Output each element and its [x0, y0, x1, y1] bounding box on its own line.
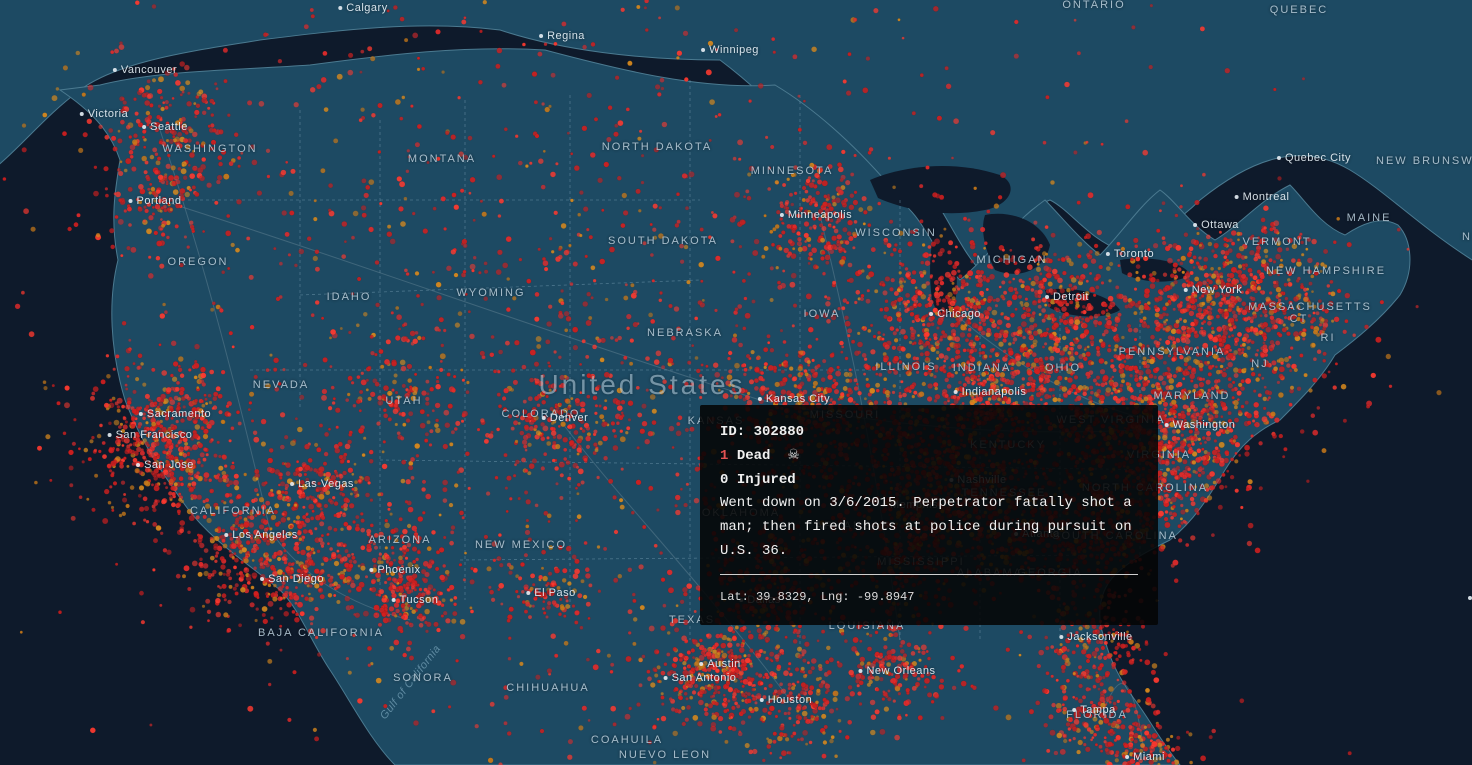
- tooltip-dead-count: 1: [720, 448, 728, 464]
- tooltip-injured-line: 0 Injured: [720, 469, 1138, 493]
- tooltip-divider: [720, 574, 1138, 575]
- incident-tooltip: ID: 302880 1 Dead ☠ 0 Injured Went down …: [700, 405, 1158, 625]
- tooltip-dead-label: Dead: [737, 448, 771, 464]
- tooltip-id-line: ID: 302880: [720, 421, 1138, 445]
- tooltip-id-value: 302880: [754, 424, 804, 440]
- skull-icon: ☠: [787, 448, 800, 464]
- tooltip-id-label: ID:: [720, 424, 745, 440]
- tooltip-latlng: Lat: 39.8329, Lng: -99.8947: [720, 587, 1138, 607]
- basemap[interactable]: Gulf of California: [0, 0, 1472, 765]
- tooltip-injured-label: Injured: [737, 472, 796, 488]
- tooltip-dead-line: 1 Dead ☠: [720, 445, 1138, 469]
- tooltip-injured-count: 0: [720, 472, 728, 488]
- tooltip-description: Went down on 3/6/2015. Perpetrator fatal…: [720, 492, 1138, 563]
- map-viewport[interactable]: Gulf of California United States Berr WA…: [0, 0, 1472, 765]
